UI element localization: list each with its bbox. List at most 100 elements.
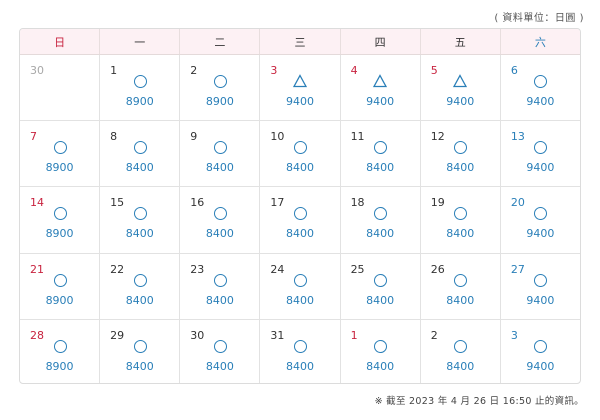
day-number: 3 xyxy=(270,64,278,77)
availability-circle-icon xyxy=(293,339,307,353)
availability-circle-icon xyxy=(293,207,307,221)
day-number: 29 xyxy=(110,328,125,342)
day-price: 8400 xyxy=(125,293,154,307)
calendar-week-row: 21 8900 22 8400 23 8400 24 8400 25 8400 26 8400 27 94… xyxy=(20,252,580,319)
calendar-day-cell[interactable]: 4 9400 xyxy=(339,55,420,121)
availability-circle-icon xyxy=(53,273,67,287)
calendar-day-cell[interactable]: 23 8400 xyxy=(179,253,259,319)
day-price: 9400 xyxy=(526,227,555,241)
weekday-label: 一 xyxy=(99,29,179,54)
availability-circle-icon xyxy=(374,339,388,353)
calendar-day-cell[interactable]: 15 8400 xyxy=(99,187,179,253)
calendar-day-cell[interactable]: 11 8400 xyxy=(339,121,420,187)
availability-circle-icon xyxy=(534,75,548,88)
day-number: 17 xyxy=(270,196,285,210)
calendar-day-cell[interactable]: 2 8900 xyxy=(179,55,259,121)
availability-circle-icon xyxy=(374,273,388,287)
weekday-label: 五 xyxy=(419,29,500,54)
day-price: 8400 xyxy=(446,161,475,175)
calendar-day-cell[interactable]: 29 8400 xyxy=(99,319,179,383)
day-number: 26 xyxy=(430,262,445,276)
availability-circle-icon xyxy=(293,273,307,287)
day-price: 8400 xyxy=(285,161,314,175)
day-price: 9400 xyxy=(526,95,555,108)
availability-circle-icon xyxy=(454,141,468,155)
calendar-day-cell[interactable]: 18 8400 xyxy=(339,187,420,253)
calendar-day-cell[interactable]: 13 9400 xyxy=(499,121,580,187)
day-number: 20 xyxy=(510,196,525,210)
calendar-day-cell[interactable]: 9 8400 xyxy=(179,121,259,187)
day-number: 3 xyxy=(510,328,518,342)
day-price: 8400 xyxy=(446,293,475,307)
availability-circle-icon xyxy=(53,141,67,155)
day-price: 8400 xyxy=(446,227,475,241)
calendar-day-cell[interactable]: 21 8900 xyxy=(20,254,99,319)
day-number: 28 xyxy=(30,328,44,342)
day-number: 16 xyxy=(190,196,205,210)
availability-circle-icon xyxy=(213,207,227,221)
calendar-day-cell[interactable]: 20 9400 xyxy=(499,187,580,253)
calendar-day-cell[interactable]: 5 9400 xyxy=(419,55,500,121)
day-price: 8400 xyxy=(366,293,395,307)
day-price: 8400 xyxy=(366,227,395,241)
calendar-day-cell[interactable]: 24 8400 xyxy=(259,253,339,319)
unit-note: ( 資料單位：日圓 ) xyxy=(494,13,584,24)
day-number: 27 xyxy=(510,262,525,276)
day-price: 9400 xyxy=(366,95,395,108)
calendar-day-cell[interactable]: 25 8400 xyxy=(339,253,420,319)
calendar-day-cell[interactable]: 10 8400 xyxy=(259,121,339,187)
calendar-day-cell[interactable]: 3 9400 xyxy=(499,319,580,383)
availability-circle-icon xyxy=(213,75,227,88)
weekday-label: 四 xyxy=(339,29,420,54)
availability-circle-icon xyxy=(293,141,307,155)
day-price: 9400 xyxy=(526,293,555,307)
weekday-label: 二 xyxy=(179,29,259,54)
calendar-week-row: 14 8900 15 8400 16 8400 17 8400 18 8400 19 8400 20 94… xyxy=(20,186,580,253)
day-price: 8400 xyxy=(285,227,314,241)
availability-circle-icon xyxy=(133,273,147,287)
calendar-day-cell[interactable]: 7 8900 xyxy=(20,121,99,186)
calendar-day-cell[interactable]: 31 8400 xyxy=(259,319,339,383)
day-price: 8400 xyxy=(205,293,234,307)
calendar-day-cell[interactable]: 26 8400 xyxy=(419,253,500,319)
calendar-day-cell[interactable]: 2 8400 xyxy=(419,319,500,383)
calendar-day-cell[interactable]: 19 8400 xyxy=(419,187,500,253)
calendar-day-cell[interactable]: 1 8400 xyxy=(339,319,420,383)
calendar-day-cell[interactable]: 3 9400 xyxy=(259,55,339,121)
calendar-day-cell[interactable]: 27 9400 xyxy=(499,253,580,319)
day-price: 8400 xyxy=(285,293,314,307)
availability-circle-icon xyxy=(53,207,67,221)
day-number: 8 xyxy=(110,130,118,144)
availability-circle-icon xyxy=(133,75,147,88)
calendar-day-cell[interactable]: 22 8400 xyxy=(99,253,179,319)
day-number: 12 xyxy=(430,130,445,144)
availability-circle-icon xyxy=(213,141,227,155)
calendar-day-cell[interactable]: 8 8400 xyxy=(99,121,179,187)
availability-circle-icon xyxy=(454,339,468,353)
calendar-day-cell[interactable]: 1 8900 xyxy=(99,55,179,121)
day-number: 10 xyxy=(270,130,285,144)
calendar-day-cell[interactable]: 6 9400 xyxy=(499,55,580,121)
day-number: 24 xyxy=(270,262,285,276)
weekday-label: 三 xyxy=(259,29,339,54)
calendar-day-cell[interactable]: 30 8400 xyxy=(179,319,259,383)
calendar-day-cell[interactable]: 12 8400 xyxy=(419,121,500,187)
availability-circle-icon xyxy=(213,339,227,353)
calendar-day-cell[interactable]: 17 8400 xyxy=(259,187,339,253)
weekday-label: 六 xyxy=(499,29,580,54)
day-number: 1 xyxy=(110,64,118,77)
calendar-day-cell[interactable]: 14 8900 xyxy=(20,187,99,252)
day-price: 9400 xyxy=(446,95,475,108)
availability-circle-icon xyxy=(133,339,147,353)
weekday-label: 日 xyxy=(54,35,66,49)
availability-circle-icon xyxy=(534,207,548,221)
day-price: 8900 xyxy=(45,359,74,373)
day-price: 8900 xyxy=(205,95,234,108)
day-price: 9400 xyxy=(526,359,555,373)
calendar-day-cell[interactable]: 28 8900 xyxy=(20,320,99,383)
availability-circle-icon xyxy=(374,141,388,155)
day-price: 8400 xyxy=(125,359,154,373)
availability-circle-icon xyxy=(534,141,548,155)
availability-circle-icon xyxy=(534,273,548,287)
calendar-day-cell[interactable]: 16 8400 xyxy=(179,187,259,253)
